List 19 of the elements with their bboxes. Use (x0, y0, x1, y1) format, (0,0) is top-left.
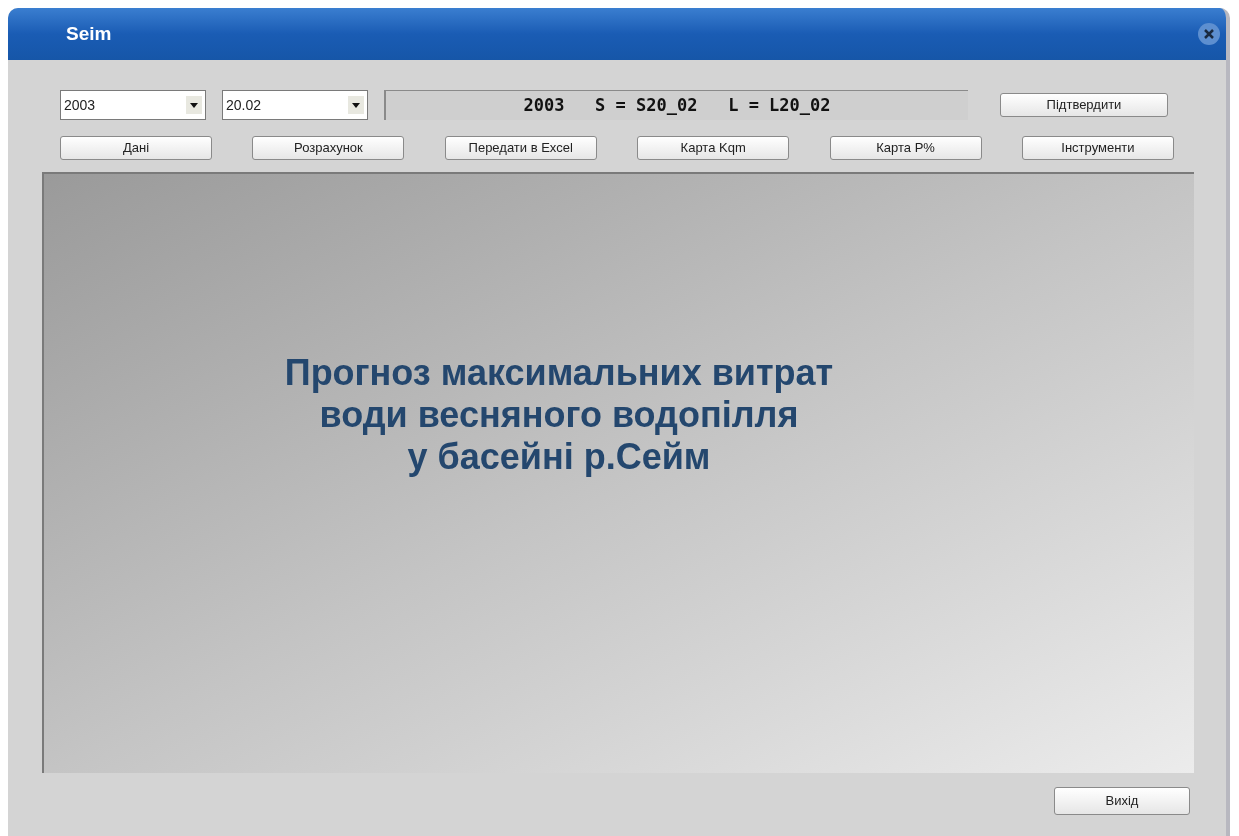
toolbar-button[interactable]: Інструменти (1021, 136, 1174, 160)
dropdown[interactable]: 2003 (60, 90, 206, 120)
toolbar-button[interactable]: Дані (60, 136, 212, 160)
exit-button[interactable]: Вихід (1054, 787, 1190, 815)
toolbar-button[interactable]: Розрахунок (252, 136, 405, 160)
heading-line: у басейні р.Сейм (407, 436, 711, 478)
heading-line: води весняного водопілля (319, 394, 799, 436)
caret-icon (348, 96, 364, 114)
info-display: 2003 S = S20_02 L = L20_02 (384, 90, 968, 120)
close-button[interactable] (1198, 23, 1220, 45)
toolbar-button[interactable]: Карта Kqm (637, 136, 790, 160)
window-title: Seim (66, 21, 112, 46)
heading-line: Прогноз максимальних витрат (284, 352, 834, 394)
dropdown[interactable]: 20.02 (222, 90, 368, 120)
toolbar-button[interactable]: Карта P% (829, 136, 982, 160)
caret-icon (186, 96, 202, 114)
toolbar-button[interactable]: Передати в Excel (444, 136, 597, 160)
confirm-button[interactable]: Підтвердити (1000, 93, 1168, 117)
close-icon (1203, 28, 1215, 40)
